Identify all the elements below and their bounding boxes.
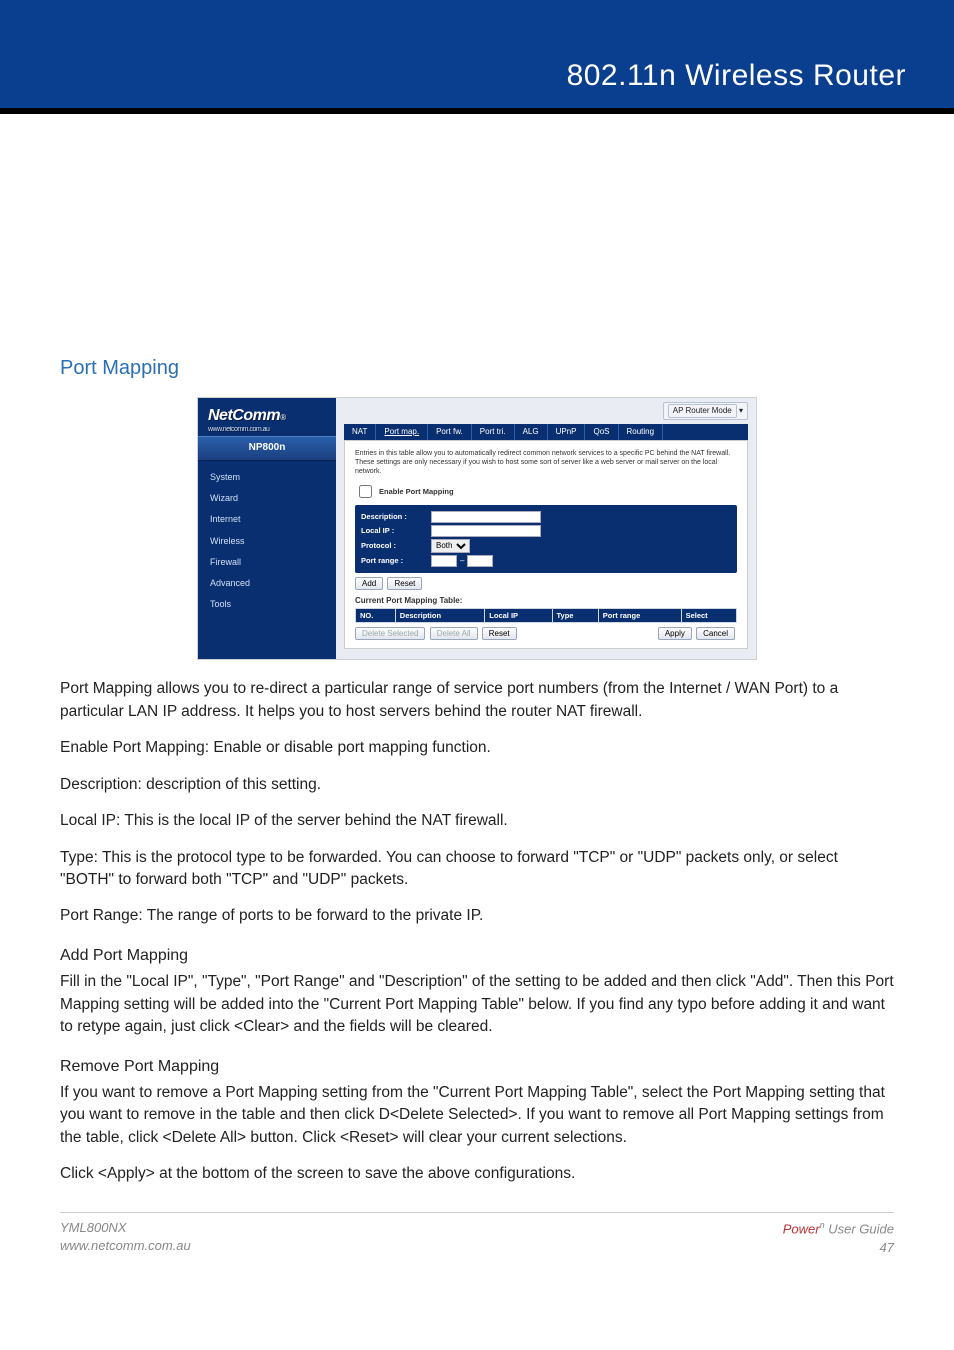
- col-type: Type: [552, 608, 598, 622]
- logo-reg: ®: [280, 413, 285, 422]
- logo-text: NetComm: [208, 407, 280, 424]
- item-local-ip: Local IP: This is the local IP of the se…: [60, 810, 894, 832]
- intro-para: Port Mapping allows you to re-direct a p…: [60, 678, 894, 723]
- reset-button[interactable]: Reset: [387, 577, 422, 590]
- mode-select[interactable]: AP Router Mode ▾: [344, 402, 748, 420]
- footer-url: www.netcomm.com.au: [60, 1237, 191, 1256]
- sidebar-item-wireless[interactable]: Wireless: [198, 531, 336, 552]
- port-range-to-input[interactable]: [467, 555, 493, 567]
- port-mapping-table: NO. Description Local IP Type Port range…: [355, 608, 737, 623]
- sidebar-item-advanced[interactable]: Advanced: [198, 573, 336, 594]
- page-footer: YML800NX www.netcomm.com.au Powern User …: [0, 1219, 954, 1278]
- header-title: 802.11n Wireless Router: [567, 59, 906, 92]
- logo-url: www.netcomm.com.au: [208, 426, 330, 435]
- sidebar-nav: System Wizard Internet Wireless Firewall…: [198, 461, 336, 622]
- field-label-port-range: Port range :: [361, 556, 431, 565]
- footer-guide: Powern User Guide: [783, 1219, 894, 1239]
- tab-nat[interactable]: NAT: [344, 424, 376, 440]
- tab-qos[interactable]: QoS: [585, 424, 618, 440]
- tab-upnp[interactable]: UPnP: [548, 424, 586, 440]
- col-no: NO.: [356, 608, 396, 622]
- add-port-mapping-text: Fill in the "Local IP", "Type", "Port Ra…: [60, 971, 894, 1038]
- footer-page: 47: [783, 1239, 894, 1258]
- final-note: Click <Apply> at the bottom of the scree…: [60, 1163, 894, 1185]
- field-label-local-ip: Local IP :: [361, 526, 431, 535]
- col-select: Select: [681, 608, 736, 622]
- section-title: Port Mapping: [60, 354, 894, 383]
- header-band: 802.11n Wireless Router: [0, 0, 954, 108]
- tab-port-tri[interactable]: Port tri.: [472, 424, 515, 440]
- col-description: Description: [395, 608, 485, 622]
- table-title: Current Port Mapping Table:: [355, 596, 737, 606]
- col-local-ip: Local IP: [485, 608, 552, 622]
- sidebar-item-system[interactable]: System: [198, 467, 336, 488]
- sidebar-item-firewall[interactable]: Firewall: [198, 552, 336, 573]
- sidebar-item-wizard[interactable]: Wizard: [198, 488, 336, 509]
- port-range-from-input[interactable]: [431, 555, 457, 567]
- enable-port-mapping-label: Enable Port Mapping: [379, 487, 454, 496]
- local-ip-input[interactable]: [431, 525, 541, 537]
- delete-all-button[interactable]: Delete All: [430, 627, 478, 640]
- field-label-protocol: Protocol :: [361, 541, 431, 550]
- router-screenshot: NetComm® www.netcomm.com.au NP800n Syste…: [197, 397, 757, 661]
- intro-note: Entries in this table allow you to autom…: [355, 449, 737, 476]
- delete-selected-button[interactable]: Delete Selected: [355, 627, 425, 640]
- tab-alg[interactable]: ALG: [515, 424, 548, 440]
- col-port-range: Port range: [598, 608, 681, 622]
- brand-logo: NetComm® www.netcomm.com.au: [198, 398, 336, 437]
- sidebar-item-tools[interactable]: Tools: [198, 594, 336, 615]
- field-label-description: Description :: [361, 512, 431, 521]
- tab-routing[interactable]: Routing: [619, 424, 664, 440]
- remove-port-mapping-text: If you want to remove a Port Mapping set…: [60, 1082, 894, 1149]
- add-port-mapping-head: Add Port Mapping: [60, 944, 894, 967]
- item-enable: Enable Port Mapping: Enable or disable p…: [60, 737, 894, 759]
- cancel-button[interactable]: Cancel: [696, 627, 735, 640]
- tab-bar: NAT Port map. Port fw. Port tri. ALG UPn…: [344, 424, 748, 440]
- protocol-select[interactable]: Both: [431, 539, 470, 553]
- item-port-range: Port Range: The range of ports to be for…: [60, 905, 894, 927]
- apply-button[interactable]: Apply: [658, 627, 692, 640]
- item-description: Description: description of this setting…: [60, 774, 894, 796]
- mode-label: AP Router Mode: [668, 404, 737, 418]
- sidebar: NetComm® www.netcomm.com.au NP800n Syste…: [198, 398, 336, 660]
- sidebar-item-internet[interactable]: Internet: [198, 509, 336, 530]
- add-button[interactable]: Add: [355, 577, 383, 590]
- model-badge: NP800n: [198, 436, 336, 461]
- remove-port-mapping-head: Remove Port Mapping: [60, 1055, 894, 1078]
- enable-port-mapping-checkbox[interactable]: [359, 485, 372, 498]
- tab-port-fw[interactable]: Port fw.: [428, 424, 472, 440]
- description-input[interactable]: [431, 511, 541, 523]
- tab-port-map[interactable]: Port map.: [376, 424, 428, 440]
- port-range-dash: –: [460, 556, 464, 566]
- tab-content: Entries in this table allow you to autom…: [344, 440, 748, 650]
- footer-model: YML800NX: [60, 1219, 191, 1238]
- table-reset-button[interactable]: Reset: [482, 627, 517, 640]
- item-type: Type: This is the protocol type to be fo…: [60, 847, 894, 892]
- footer-divider: [60, 1212, 894, 1213]
